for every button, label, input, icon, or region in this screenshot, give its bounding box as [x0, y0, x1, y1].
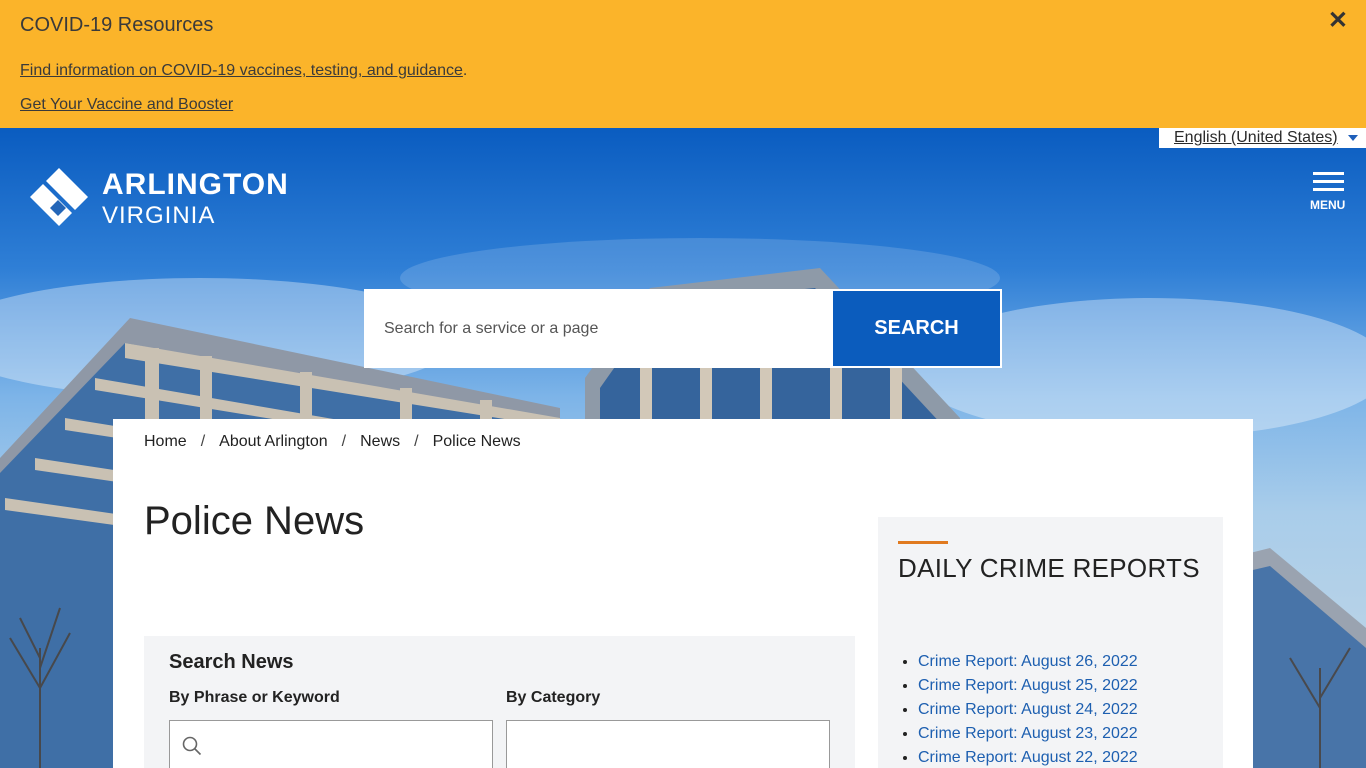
hamburger-bar: [1313, 172, 1344, 175]
crime-report-list: Crime Report: August 26, 2022 Crime Repo…: [918, 650, 1138, 768]
list-item: Crime Report: August 22, 2022: [918, 746, 1138, 768]
language-selector[interactable]: English (United States): [1159, 128, 1366, 148]
crime-report-link[interactable]: Crime Report: August 26, 2022: [918, 653, 1138, 670]
list-item: Crime Report: August 24, 2022: [918, 698, 1138, 722]
accent-rule: [898, 541, 948, 544]
language-value: English (United States): [1174, 129, 1338, 146]
breadcrumb-separator: /: [200, 433, 206, 450]
crime-report-link[interactable]: Crime Report: August 23, 2022: [918, 725, 1138, 742]
close-icon[interactable]: ✕: [1328, 6, 1348, 35]
keyword-search-field[interactable]: [169, 720, 493, 768]
site-search-input[interactable]: [364, 289, 831, 368]
breadcrumb-separator: /: [414, 433, 419, 450]
site-search: SEARCH: [364, 289, 1002, 368]
covid-alert-banner: COVID-19 Resources Find information on C…: [0, 0, 1366, 128]
diamond-logo-icon: [30, 168, 88, 226]
page-title: Police News: [144, 499, 365, 543]
logo-subtitle: VIRGINIA: [102, 202, 216, 229]
phrase-label: By Phrase or Keyword: [169, 689, 340, 706]
list-item: Crime Report: August 23, 2022: [918, 722, 1138, 746]
arlington-logo[interactable]: ARLINGTON VIRGINIA: [30, 168, 310, 230]
main-content-card: Home / About Arlington / News / Police News Po…: [113, 419, 1253, 768]
search-news-panel: Search News By Phrase or Keyword By Cate…: [144, 636, 855, 768]
sidebar-title: DAILY CRIME REPORTS: [898, 553, 1200, 583]
category-select[interactable]: [506, 720, 830, 768]
hamburger-bar: [1313, 180, 1344, 183]
crime-report-link[interactable]: Crime Report: August 24, 2022: [918, 701, 1138, 718]
breadcrumb-about-arlington[interactable]: About Arlington: [219, 433, 328, 450]
alert-info-line: Find information on COVID-19 vaccines, t…: [20, 62, 467, 80]
logo-name: ARLINGTON: [102, 168, 289, 201]
covid-info-link[interactable]: Find information on COVID-19 vaccines, t…: [20, 62, 463, 79]
alert-period: .: [462, 62, 468, 79]
breadcrumb: Home / About Arlington / News / Police News: [144, 433, 521, 451]
category-label: By Category: [506, 689, 601, 706]
crime-report-link[interactable]: Crime Report: August 25, 2022: [918, 677, 1138, 694]
list-item: Crime Report: August 26, 2022: [918, 650, 1138, 674]
breadcrumb-news[interactable]: News: [360, 433, 400, 450]
crime-report-link[interactable]: Crime Report: August 22, 2022: [918, 749, 1138, 766]
vaccine-booster-link[interactable]: Get Your Vaccine and Booster: [20, 96, 233, 114]
breadcrumb-separator: /: [341, 433, 347, 450]
search-news-title: Search News: [169, 651, 294, 673]
breadcrumb-home[interactable]: Home: [144, 433, 187, 450]
search-button[interactable]: SEARCH: [831, 289, 1002, 368]
hamburger-bar: [1313, 188, 1344, 191]
menu-button[interactable]: MENU: [1310, 172, 1350, 212]
breadcrumb-current: Police News: [432, 433, 521, 450]
caret-down-icon: [1348, 135, 1358, 141]
list-item: Crime Report: August 25, 2022: [918, 674, 1138, 698]
search-icon: [182, 736, 202, 756]
alert-title: COVID-19 Resources: [20, 14, 214, 36]
menu-label: MENU: [1310, 198, 1346, 212]
daily-crime-reports-panel: DAILY CRIME REPORTS Crime Report: August…: [878, 517, 1223, 768]
